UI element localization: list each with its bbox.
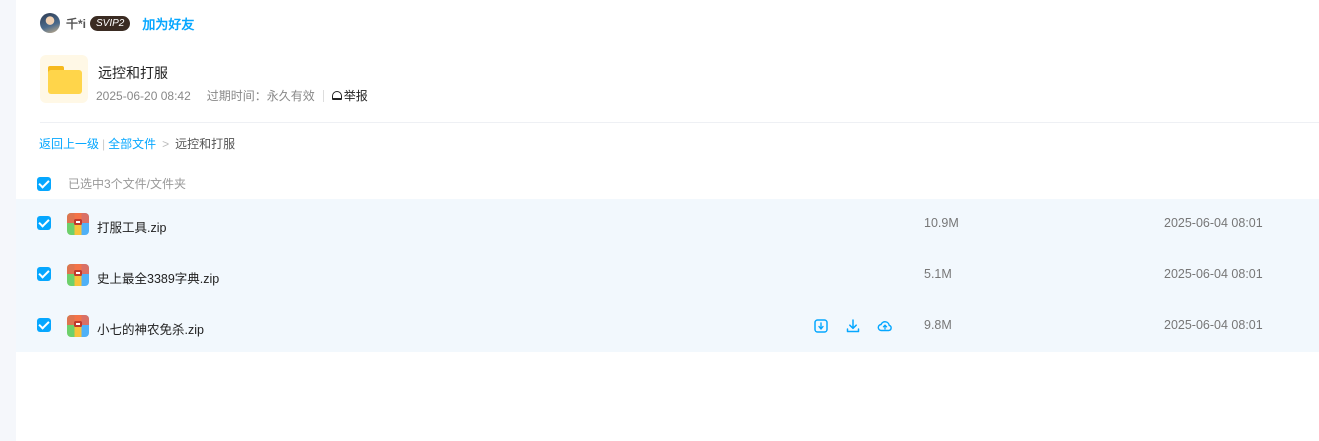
breadcrumb-current: 远控和打服 [175,137,236,151]
file-row[interactable]: 打服工具.zip 10.9M 2025-06-04 08:01 [16,199,1319,250]
share-expiry: 过期时间：永久有效 [206,89,315,103]
row-actions [813,318,909,334]
avatar[interactable] [40,13,60,33]
select-all-checkbox[interactable] [37,176,51,191]
file-checkbox[interactable] [37,216,51,230]
file-row[interactable]: 小七的神农免杀.zip 9.8M 2025-06-04 08:01 [16,301,1319,352]
header-divider [40,122,1319,123]
breadcrumb-separator: | [102,137,106,151]
report-label: 举报 [343,89,368,103]
share-header: 远控和打服 2025-06-20 08:42 过期时间：永久有效 举报 [40,55,368,103]
file-size: 9.8M [924,318,952,332]
report-button[interactable]: 举报 [331,87,368,104]
alarm-icon [331,91,342,100]
file-checkbox[interactable] [37,318,51,332]
meta-divider [322,89,324,102]
add-friend-link[interactable]: 加为好友 [142,14,194,33]
all-files-link[interactable]: 全部文件 [108,137,156,151]
download-icon[interactable] [845,318,861,334]
zip-file-icon [67,264,89,286]
file-date: 2025-06-04 08:01 [1164,267,1263,281]
owner-name: 千*i [66,16,87,31]
file-size: 5.1M [924,267,952,281]
zip-file-icon [67,315,89,337]
vip-badge: SVIP2 [90,15,131,31]
share-title: 远控和打服 [98,65,168,81]
share-meta: 2025-06-20 08:42 过期时间：永久有效 举报 [96,87,368,104]
file-name[interactable]: 小七的神农免杀.zip [97,319,204,338]
file-checkbox[interactable] [37,267,51,281]
selection-count: 已选中3个文件/文件夹 [68,177,187,191]
share-date: 2025-06-20 08:42 [96,88,191,103]
file-name[interactable]: 史上最全3389字典.zip [97,268,219,287]
file-list: 打服工具.zip 10.9M 2025-06-04 08:01 史上最全3389… [16,199,1319,352]
back-link[interactable]: 返回上一级 [39,137,99,151]
file-date: 2025-06-04 08:01 [1164,318,1263,332]
file-size: 10.9M [924,216,959,230]
file-date: 2025-06-04 08:01 [1164,216,1263,230]
file-name[interactable]: 打服工具.zip [97,217,166,236]
cloud-upload-icon[interactable] [877,318,893,334]
select-all-bar: 已选中3个文件/文件夹 [37,175,186,192]
owner-info: 千*i SVIP2 加为好友 [40,12,194,34]
share-page: 千*i SVIP2 加为好友 远控和打服 2025-06-20 08:42 过期… [16,0,1319,441]
save-to-netdisk-icon[interactable] [813,318,829,334]
file-row[interactable]: 史上最全3389字典.zip 5.1M 2025-06-04 08:01 [16,250,1319,301]
zip-file-icon [67,213,89,235]
breadcrumb: 返回上一级 | 全部文件 > 远控和打服 [39,135,235,152]
folder-icon [40,55,88,103]
breadcrumb-arrow: > [162,137,170,151]
